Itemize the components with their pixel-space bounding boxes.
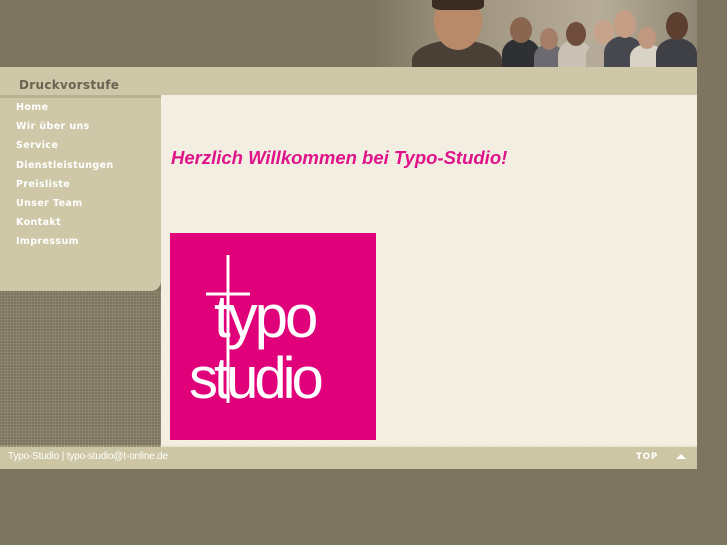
nav-item-dienstleistungen[interactable]: Dienstleistungen — [0, 156, 161, 175]
section-title: Druckvorstufe — [19, 78, 120, 92]
logo-graphic: typo studio — [189, 255, 326, 411]
logo-text-studio: studio — [189, 346, 322, 411]
nav-item-service[interactable]: Service — [0, 136, 161, 155]
header — [0, 0, 697, 67]
main-content: Herzlich Willkommen bei Typo-Studio! typ… — [161, 95, 697, 447]
nav-item-home[interactable]: Home — [0, 98, 161, 117]
header-team-photo — [372, 0, 697, 67]
page-bottom — [0, 469, 727, 545]
top-link[interactable]: TOP — [636, 452, 658, 462]
nav-item-preisliste[interactable]: Preisliste — [0, 175, 161, 194]
right-margin — [697, 0, 727, 469]
welcome-heading: Herzlich Willkommen bei Typo-Studio! — [171, 147, 508, 168]
nav-item-wir-ueber-uns[interactable]: Wir über uns — [0, 117, 161, 136]
footer: Typo-Studio | typo-studio@t-online.de TO… — [0, 447, 697, 469]
footer-contact[interactable]: Typo-Studio | typo-studio@t-online.de — [8, 451, 168, 462]
sidebar-dot-pattern — [0, 291, 161, 447]
section-titlebar: Druckvorstufe — [0, 67, 697, 95]
nav-item-impressum[interactable]: Impressum — [0, 232, 161, 251]
up-arrow-icon[interactable] — [676, 454, 686, 459]
logo-text-typo: typo — [214, 283, 316, 350]
nav-item-kontakt[interactable]: Kontakt — [0, 213, 161, 232]
main-nav: Home Wir über uns Service Dienstleistung… — [0, 98, 161, 252]
nav-item-unser-team[interactable]: Unser Team — [0, 194, 161, 213]
typo-studio-logo: typo studio — [170, 233, 376, 440]
